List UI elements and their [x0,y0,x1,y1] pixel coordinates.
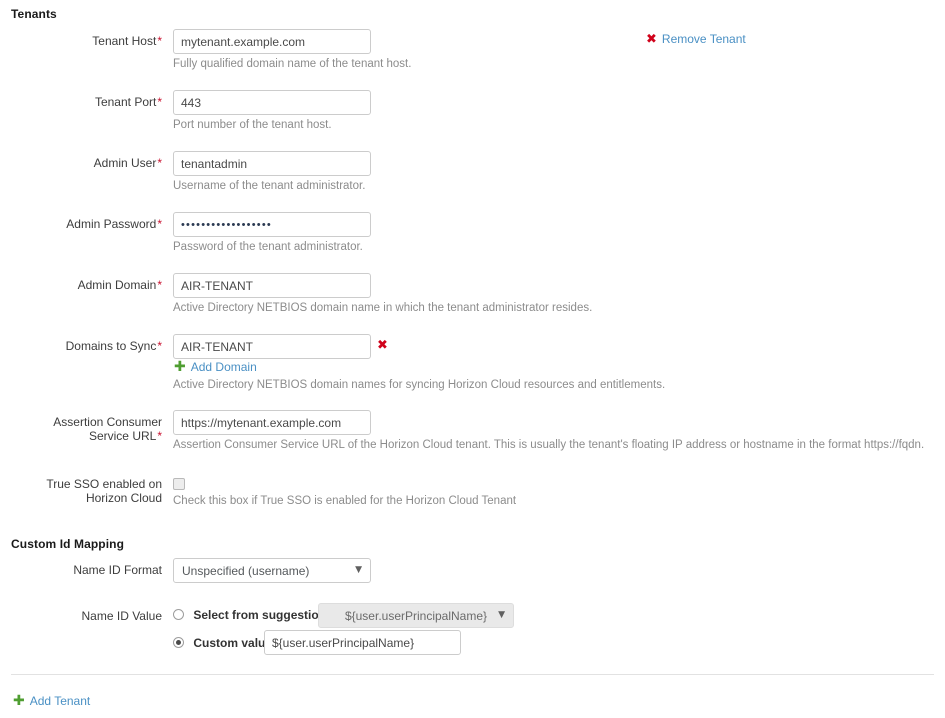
suggestion-select[interactable]: ${user.userPrincipalName} ▼ [318,603,514,628]
custom-value-option: Custom value [173,635,272,650]
remove-tenant-link[interactable]: ✖ Remove Tenant [646,32,746,46]
admin-password-input[interactable] [173,212,371,237]
name-id-format-select[interactable]: Unspecified (username) ▼ [173,558,371,583]
required-marker: * [157,95,162,109]
true-sso-help: Check this box if True SSO is enabled fo… [173,495,517,507]
admin-user-control [173,151,371,176]
name-id-format-control: Unspecified (username) ▼ [173,558,371,583]
tenant-host-control [173,29,371,54]
admin-domain-label: Admin Domain* [77,278,162,292]
custom-value-radio[interactable] [173,637,184,649]
name-id-format-selected-value: Unspecified (username) [182,563,310,578]
admin-user-input[interactable] [173,151,371,176]
suggestion-radio-label: Select from suggestions [193,607,333,622]
custom-value-radio-label: Custom value [193,635,273,650]
remove-tenant-label: Remove Tenant [661,32,746,46]
acs-url-input[interactable] [173,410,371,435]
tenant-host-help: Fully qualified domain name of the tenan… [173,58,412,70]
section-divider [11,674,934,675]
plus-icon: ✚ [13,693,25,709]
true-sso-control [173,478,185,493]
add-tenant-label: Add Tenant [29,694,91,708]
add-domain-label: Add Domain [190,360,257,374]
required-marker: * [157,278,162,292]
admin-user-label: Admin User* [93,156,162,170]
domains-to-sync-control [173,334,371,359]
admin-domain-input[interactable] [173,273,371,298]
chevron-down-icon: ▼ [355,565,362,575]
tenant-port-control [173,90,371,115]
suggestion-radio[interactable] [173,609,184,621]
x-icon: ✖ [646,31,657,47]
acs-url-control [173,410,371,435]
add-tenant-link[interactable]: ✚ Add Tenant [13,694,90,708]
tenants-section-title: Tenants [11,7,57,21]
name-id-format-label: Name ID Format [73,563,162,577]
tenant-port-help: Port number of the tenant host. [173,119,332,131]
suggestion-selected-value: ${user.userPrincipalName} [344,608,488,623]
true-sso-label: True SSO enabled on Horizon Cloud [0,477,162,505]
acs-url-label-line2: Service URL [88,429,157,443]
acs-url-label-line1: Assertion Consumer [53,415,162,429]
required-marker: * [157,339,162,353]
tenant-port-input[interactable] [173,90,371,115]
domains-to-sync-label: Domains to Sync* [65,339,162,353]
custom-id-mapping-section-title: Custom Id Mapping [11,537,125,551]
required-marker: * [157,156,162,170]
domains-to-sync-help: Active Directory NETBIOS domain names fo… [173,379,666,391]
domains-to-sync-input[interactable] [173,334,371,359]
tenant-host-input[interactable] [173,29,371,54]
add-domain-link[interactable]: ✚ Add Domain [174,360,257,374]
acs-url-label: Assertion Consumer Service URL* [0,415,162,443]
admin-user-help: Username of the tenant administrator. [173,180,366,192]
admin-password-label: Admin Password* [66,217,162,231]
true-sso-checkbox[interactable] [173,478,185,490]
name-id-value-label: Name ID Value [81,609,162,623]
true-sso-label-line1: True SSO enabled on [46,477,162,491]
true-sso-label-line2: Horizon Cloud [85,491,162,505]
admin-password-control [173,212,371,237]
tenant-configuration-form: Tenants ✖ Remove Tenant Tenant Host* Ful… [0,0,945,718]
required-marker: * [157,34,162,48]
tenant-host-label: Tenant Host* [92,34,162,48]
remove-domain-x-icon[interactable]: ✖ [377,339,388,352]
tenant-port-label: Tenant Port* [94,95,162,109]
required-marker: * [157,217,162,231]
suggestion-option: Select from suggestions [173,607,333,622]
admin-domain-control [173,273,371,298]
custom-value-input[interactable] [264,630,461,655]
plus-icon: ✚ [174,359,186,375]
acs-url-help: Assertion Consumer Service URL of the Ho… [173,439,925,451]
chevron-down-icon: ▼ [498,610,505,620]
admin-domain-help: Active Directory NETBIOS domain name in … [173,302,593,314]
admin-password-help: Password of the tenant administrator. [173,241,363,253]
required-marker: * [157,429,162,443]
